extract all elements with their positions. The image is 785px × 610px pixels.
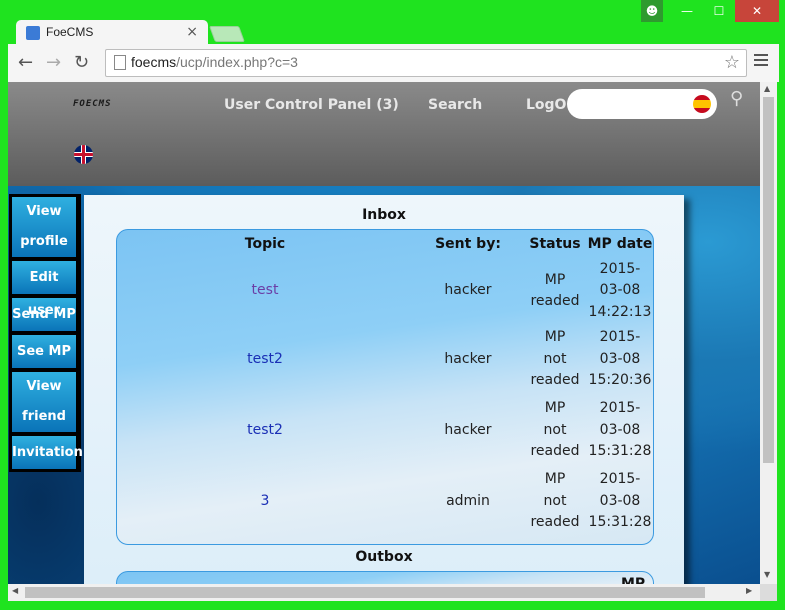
horizontal-scroll-thumb[interactable] [25,587,705,598]
sidebar-item-label: profile [20,234,68,249]
column-header-status: Status [529,236,581,252]
nav-user-control-panel[interactable]: User Control Panel (3) [224,97,399,113]
browser-toolbar: ← → ↻ foecms/ucp/index.php?c=3 ☆ [8,44,779,82]
status-cell: MP not readed [530,471,580,531]
scrollbar-corner [760,584,777,601]
vertical-scrollbar[interactable]: ▲ ▼ [760,82,777,584]
url-domain: foecms [131,54,177,70]
topic-link[interactable]: test2 [247,422,283,438]
close-tab-icon[interactable]: × [186,24,198,40]
inbox-box: Topic Sent by: Status MP date test hacke… [116,229,654,545]
browser-menu-icon[interactable] [754,54,768,69]
column-header-sent-by: Sent by: [435,236,501,252]
maximize-button[interactable]: ☐ [703,0,735,22]
sidebar-item-view-friend[interactable]: View friend [12,372,76,432]
sent-by-cell: hacker [444,282,492,299]
reload-icon[interactable]: ↻ [74,52,89,73]
profile-icon[interactable]: ☻ [641,0,663,22]
url-text: foecms/ucp/index.php?c=3 [131,54,298,70]
scroll-left-icon[interactable]: ◀ [12,586,18,595]
date-cell: 2015- 03-08 15:31:28 [588,471,652,531]
nav-search[interactable]: Search [428,97,482,113]
tab-title: FoeCMS [46,25,94,39]
english-flag-icon[interactable] [74,145,93,164]
favicon-icon [26,26,40,40]
inbox-table: Topic Sent by: Status MP date test hacke… [117,230,653,537]
date-cell: 2015- 03-08 15:20:36 [588,329,652,389]
new-tab-button[interactable] [209,26,245,42]
table-row: test2 hacker MP not readed 2015- 03-08 15:20… [117,324,653,395]
sent-by-cell: admin [446,492,490,509]
topic-link[interactable]: 3 [261,493,270,509]
forward-arrow-icon[interactable]: → [46,52,61,73]
sidebar-item-label: View [26,204,62,219]
outbox-title: Outbox [355,549,413,565]
table-row: test2 hacker MP not readed 2015- 03-08 15:31… [117,395,653,466]
sidebar-item-send-mp[interactable]: Send MP [12,298,76,331]
status-cell: MP not readed [530,400,580,460]
date-cell: 2015- 03-08 14:22:13 [588,260,652,320]
content-panel: Inbox Topic Sent by: Status MP date test… [84,195,684,584]
outbox-box: MP [116,571,654,584]
window-controls: ☻ — ☐ ✕ [641,0,779,22]
sidebar-item-label: View [26,379,62,394]
status-cell: MP not readed [530,329,580,389]
topic-link[interactable]: test2 [247,351,283,367]
back-arrow-icon[interactable]: ← [18,52,33,73]
sidebar-item-see-mp[interactable]: See MP [12,335,76,368]
inbox-header-row: Topic Sent by: Status MP date [117,230,653,258]
browser-tab[interactable]: FoeCMS × [16,20,208,46]
page-icon [114,55,126,70]
close-window-button[interactable]: ✕ [735,0,779,22]
scroll-right-icon[interactable]: ▶ [746,586,752,595]
sidebar-item-view-profile[interactable]: View profile [12,197,76,257]
vertical-scroll-thumb[interactable] [763,97,774,463]
search-input[interactable] [567,89,717,119]
search-icon[interactable]: ⚲ [730,88,743,109]
status-cell: MP readed [530,271,580,310]
inbox-title: Inbox [362,207,406,223]
outbox-column-header: MP [621,576,646,584]
scroll-up-icon[interactable]: ▲ [764,84,770,93]
spanish-flag-icon[interactable] [693,95,711,113]
minimize-button[interactable]: — [671,0,703,22]
site-logo[interactable]: FOECMS [73,99,112,109]
sidebar-item-label: friend [22,409,66,424]
site-header: FOECMS User Control Panel (3) Search Log… [8,82,760,186]
sidebar-menu: View profile Edit user Send MP See MP Vi… [9,194,83,472]
scroll-down-icon[interactable]: ▼ [764,570,770,579]
bookmark-star-icon[interactable]: ☆ [724,52,740,73]
table-row: 3 admin MP not readed 2015- 03-08 15:31:28 [117,466,653,537]
sidebar-item-edit-user[interactable]: Edit user [12,261,76,318]
address-bar[interactable]: foecms/ucp/index.php?c=3 ☆ [105,49,747,77]
horizontal-scrollbar[interactable]: ◀ ▶ [8,584,760,601]
sent-by-cell: hacker [444,421,492,438]
page-viewport: FOECMS User Control Panel (3) Search Log… [8,82,760,584]
table-row: test hacker MP readed 2015- 03-08 14:22:13 [117,258,653,324]
topic-link[interactable]: test [252,282,279,298]
sidebar-item-invitation[interactable]: Invitation [12,436,83,469]
column-header-mp-date: MP date [587,236,653,252]
sent-by-cell: hacker [444,350,492,367]
column-header-topic: Topic [244,236,286,252]
url-path: /ucp/index.php?c=3 [176,54,298,70]
date-cell: 2015- 03-08 15:31:28 [588,400,652,460]
